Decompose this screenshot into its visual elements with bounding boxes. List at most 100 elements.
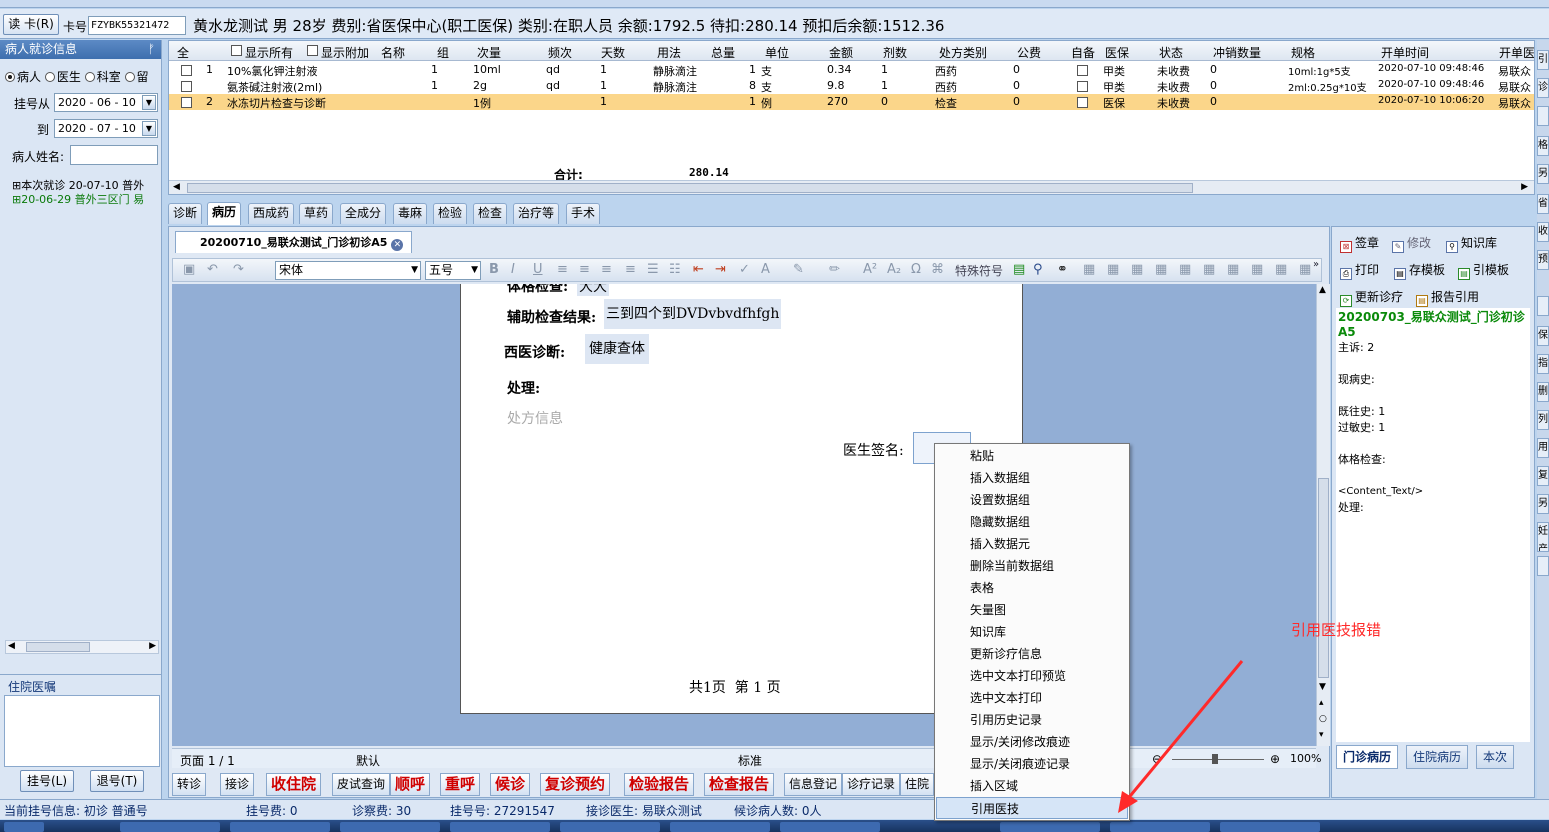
tab-outpatient-record[interactable]: 门诊病历 [1336, 745, 1399, 769]
symbol-icon[interactable]: ⌘ [931, 262, 944, 277]
format-painter-icon[interactable]: ✎ [793, 262, 804, 277]
insert-icon[interactable]: ▤ [1013, 262, 1025, 277]
list-numbered-icon[interactable]: ☷ [669, 262, 681, 277]
underline-icon[interactable]: U [533, 262, 543, 277]
table-icon[interactable]: ▦ [1107, 262, 1119, 277]
row-checkbox[interactable] [181, 81, 192, 92]
taskbar-item[interactable] [340, 822, 440, 832]
tab-record[interactable]: 病历 [207, 202, 242, 225]
tab-narcotics[interactable]: 毒麻 [393, 203, 428, 224]
highlight-icon[interactable]: ✏ [829, 262, 840, 277]
col-doctor[interactable]: 开单医 [1499, 44, 1534, 61]
redo-icon[interactable]: ↷ [233, 262, 244, 277]
menu-item-print-selection[interactable]: 选中文本打印 [936, 687, 1128, 709]
side-button[interactable]: 妊产 [1537, 522, 1549, 552]
tab-full-components[interactable]: 全成分 [340, 203, 387, 224]
wait-button[interactable]: 候诊 [490, 773, 531, 796]
table-row[interactable]: 氨茶碱注射液(2ml) 1 2g qd 1 静脉滴注 8 支 9.8 1 西药 … [169, 78, 1534, 94]
subscript-icon[interactable]: A₂ [887, 262, 901, 277]
zoom-in-icon[interactable]: ⊕ [1270, 752, 1280, 766]
taskbar-item[interactable] [1220, 822, 1320, 832]
col-doses[interactable]: 剂数 [883, 44, 907, 61]
col-time[interactable]: 开单时间 [1381, 44, 1429, 61]
chevron-down-icon[interactable]: ▼ [411, 262, 418, 279]
superscript-icon[interactable]: A² [863, 262, 877, 277]
col-name[interactable]: 名称 [381, 44, 405, 61]
tab-western-med[interactable]: 西成药 [248, 203, 295, 224]
patient-name-input[interactable] [70, 145, 158, 165]
recall-button[interactable]: 重呼 [440, 773, 481, 796]
col-total[interactable]: 总量 [711, 44, 735, 61]
side-button[interactable]: 指 [1537, 354, 1549, 374]
register-button[interactable]: 挂号(L) [20, 770, 74, 792]
print-button[interactable]: ⎙ 打印 [1340, 261, 1379, 280]
seq-call-button[interactable]: 顺呼 [390, 773, 431, 796]
side-button[interactable]: 引 [1537, 50, 1549, 70]
read-card-button[interactable]: 读 卡(R) [3, 14, 59, 35]
italic-icon[interactable]: I [511, 262, 515, 277]
menu-item-vector[interactable]: 矢量图 [936, 599, 1128, 621]
tab-surgery[interactable]: 手术 [566, 203, 601, 224]
next-page-icon[interactable]: ▾ [1319, 730, 1324, 740]
taskbar-item[interactable] [1000, 822, 1100, 832]
menu-item-paste[interactable]: 粘贴 [936, 445, 1128, 467]
side-button[interactable]: 删 [1537, 382, 1549, 402]
western-diagnosis-value[interactable]: 健康查体 [585, 334, 649, 364]
tab-diagnosis[interactable]: 诊断 [168, 203, 203, 224]
col-status[interactable]: 状态 [1159, 44, 1183, 61]
col-freq[interactable]: 频次 [548, 44, 572, 61]
document-vscrollbar[interactable]: ▲ ▼ ▴ ○ ▾ [1316, 284, 1330, 746]
chevron-down-icon[interactable]: ▼ [142, 95, 156, 110]
taskbar-item[interactable] [670, 822, 770, 832]
undo-icon[interactable]: ↶ [207, 262, 218, 277]
side-button[interactable]: 预 [1537, 250, 1549, 270]
prescription-placeholder[interactable]: 处方信息 [507, 408, 563, 428]
font-size-select[interactable]: 五号 ▼ [425, 261, 481, 280]
col-all[interactable]: 全 [177, 44, 189, 61]
taskbar-item[interactable] [450, 822, 550, 832]
col-offset[interactable]: 冲销数量 [1213, 44, 1261, 61]
col-amount[interactable]: 金额 [829, 44, 853, 61]
col-public[interactable]: 公费 [1017, 44, 1041, 61]
table-col-icon[interactable]: ▦ [1155, 262, 1167, 277]
side-button[interactable]: 另 [1537, 494, 1549, 514]
col-insurance[interactable]: 医保 [1105, 44, 1129, 61]
select-page-icon[interactable]: ○ [1319, 714, 1327, 724]
col-days[interactable]: 天数 [601, 44, 625, 61]
table-split-icon[interactable]: ▦ [1203, 262, 1215, 277]
scroll-thumb[interactable] [26, 642, 90, 652]
side-button[interactable]: 用 [1537, 438, 1549, 458]
side-button[interactable]: 省 [1537, 194, 1549, 214]
radio-dept[interactable] [84, 72, 95, 82]
menu-item-set-group[interactable]: 设置数据组 [936, 489, 1128, 511]
document-tab[interactable]: 20200710_易联众测试_门诊初诊A5 ✕ [175, 231, 413, 253]
taskbar-item[interactable] [120, 822, 220, 832]
menu-item-ref-history[interactable]: 引用历史记录 [936, 709, 1128, 731]
col-usage[interactable]: 用法 [657, 44, 681, 61]
table-row[interactable]: 1 10%氯化钾注射液 1 10ml qd 1 静脉滴注 1 支 0.34 1 … [169, 62, 1534, 78]
start-icon[interactable] [4, 822, 44, 832]
align-left-icon[interactable]: ≡ [557, 262, 568, 277]
scroll-right-icon[interactable]: ▶ [1521, 182, 1528, 192]
report-ref-button[interactable]: ▤ 报告引用 [1416, 288, 1479, 307]
chevron-down-icon[interactable]: ▼ [471, 262, 478, 279]
menu-item-table[interactable]: 表格 [936, 577, 1128, 599]
exam-report-button[interactable]: 检查报告 [704, 773, 775, 796]
side-button[interactable]: 收 [1537, 222, 1549, 242]
taskbar-item[interactable] [560, 822, 660, 832]
justify-icon[interactable]: ≡ [625, 262, 636, 277]
table-merge-icon[interactable]: ▦ [1179, 262, 1191, 277]
menu-item-insert-group[interactable]: 插入数据组 [936, 467, 1128, 489]
skin-test-button[interactable]: 皮试查询 [332, 773, 391, 796]
binoculars-icon[interactable]: ⚭ [1057, 262, 1068, 277]
row-self-checkbox[interactable] [1077, 81, 1088, 92]
aux-exam-value[interactable]: 三到四个到DVDvbvdfhfgh [604, 299, 782, 329]
check-icon[interactable]: ✓ [739, 262, 750, 277]
ref-template-button[interactable]: ▤ 引模板 [1458, 261, 1509, 280]
side-button[interactable] [1537, 106, 1549, 126]
expand-icon[interactable]: ⊞ [12, 193, 21, 206]
table-props-icon[interactable]: ▦ [1275, 262, 1287, 277]
sign-button[interactable]: ⊠ 签章 [1340, 234, 1379, 253]
indent-icon[interactable]: ⇥ [715, 262, 726, 277]
scroll-down-icon[interactable]: ▼ [1319, 682, 1326, 692]
